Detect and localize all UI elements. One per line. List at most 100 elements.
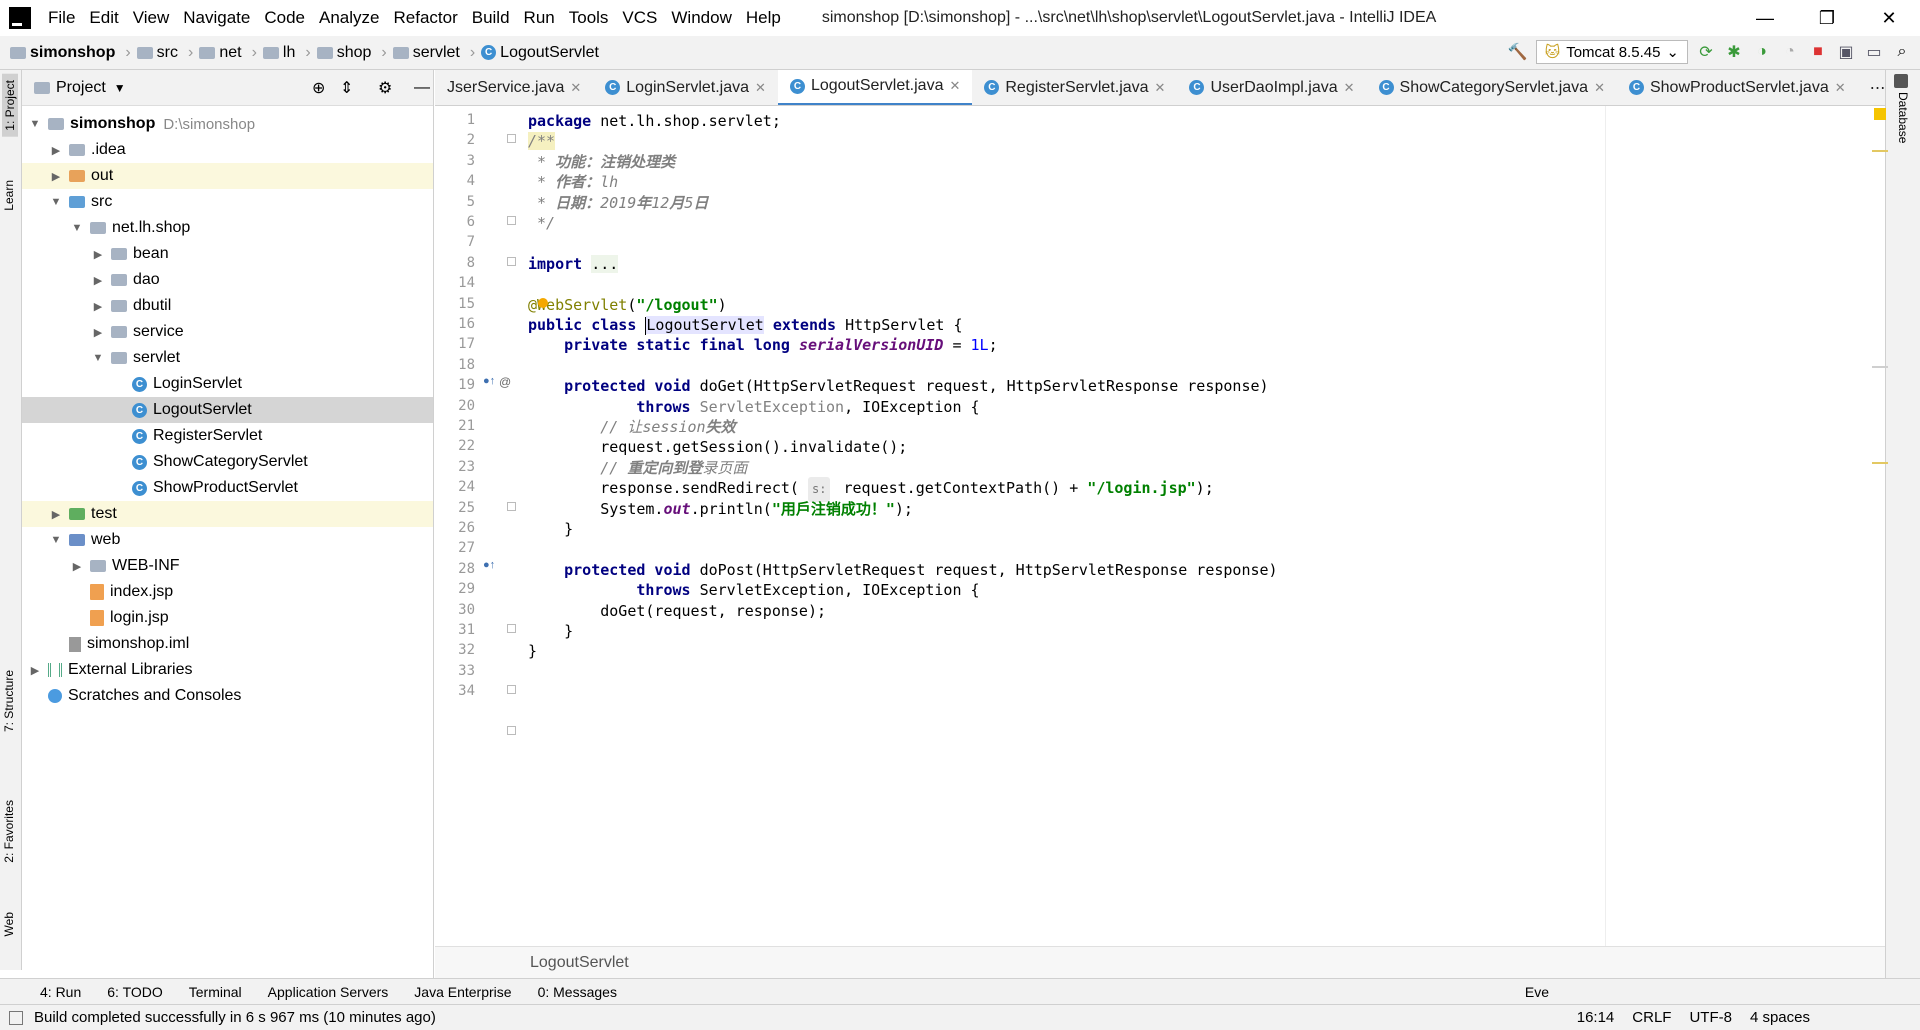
tree-item-src[interactable]: ▼ src: [22, 189, 433, 215]
run-config-select[interactable]: 🐱 Tomcat 8.5.45 ⌄: [1535, 40, 1688, 64]
tree-item-simonshop[interactable]: ▼ simonshop D:\simonshop: [22, 111, 433, 137]
tree-item-logoutservlet[interactable]: C LogoutServlet: [22, 397, 433, 423]
menu-item-vcs[interactable]: VCS: [615, 8, 664, 28]
tool-window-4-run[interactable]: 4: Run: [40, 984, 81, 1000]
tool-window-terminal[interactable]: Terminal: [189, 984, 242, 1000]
chevron-down-icon[interactable]: ▼: [114, 81, 126, 95]
tab-showproductservlet-java[interactable]: C ShowProductServlet.java ✕: [1617, 70, 1858, 105]
close-icon[interactable]: ✕: [1344, 80, 1355, 96]
profile-icon[interactable]: ◔: [1780, 42, 1800, 62]
close-button[interactable]: ✕: [1858, 0, 1920, 36]
coverage-icon[interactable]: ◑: [1752, 42, 1772, 62]
tree-item-simonshop-iml[interactable]: simonshop.iml: [22, 631, 433, 657]
chevron-down-icon[interactable]: ▼: [49, 196, 63, 208]
build-hammer-icon[interactable]: 🔨: [1508, 42, 1528, 62]
chevron-right-icon[interactable]: ▶: [70, 560, 84, 573]
breadcrumb-item[interactable]: LogoutServlet: [500, 44, 599, 62]
tab-learn[interactable]: Learn: [2, 180, 16, 211]
event-log-button[interactable]: Eve: [1525, 984, 1549, 1000]
tree-item-servlet[interactable]: ▼ servlet: [22, 345, 433, 371]
close-icon[interactable]: ✕: [1835, 80, 1846, 96]
breadcrumb-item[interactable]: servlet: [413, 44, 460, 62]
caret-position[interactable]: 16:14: [1577, 1009, 1615, 1026]
tab-loginservlet-java[interactable]: C LoginServlet.java ✕: [593, 70, 778, 105]
chevron-right-icon[interactable]: ▶: [49, 508, 63, 521]
menu-item-run[interactable]: Run: [517, 8, 562, 28]
tree-item-bean[interactable]: ▶ bean: [22, 241, 433, 267]
tab-overflow-icon[interactable]: ⋯: [1858, 70, 1885, 105]
menu-item-help[interactable]: Help: [739, 8, 788, 28]
breadcrumb-item[interactable]: src: [157, 44, 178, 62]
menu-item-tools[interactable]: Tools: [562, 8, 616, 28]
breadcrumb-item[interactable]: net: [219, 44, 241, 62]
tab-database[interactable]: Database: [1896, 92, 1910, 143]
intention-bulb-icon[interactable]: [538, 297, 548, 308]
file-encoding[interactable]: UTF-8: [1689, 1009, 1732, 1026]
minimize-button[interactable]: —: [1734, 0, 1796, 36]
fold-icon[interactable]: [507, 624, 516, 633]
tree-item-index-jsp[interactable]: index.jsp: [22, 579, 433, 605]
menu-item-file[interactable]: File: [41, 8, 82, 28]
fold-icon[interactable]: [507, 256, 516, 266]
tab-userdaoimpl-java[interactable]: C UserDaoImpl.java ✕: [1177, 70, 1366, 105]
scroll-marker[interactable]: [1872, 462, 1888, 464]
tree-item-net-lh-shop[interactable]: ▼ net.lh.shop: [22, 215, 433, 241]
tab-project[interactable]: 1: Project: [2, 74, 18, 137]
close-icon[interactable]: ✕: [1155, 80, 1166, 96]
close-icon[interactable]: ✕: [570, 80, 581, 96]
fold-icon[interactable]: [507, 685, 516, 695]
search-icon[interactable]: ⌕: [1892, 42, 1912, 62]
tree-item-test[interactable]: ▶ test: [22, 501, 433, 527]
locate-icon[interactable]: ⊕: [312, 78, 325, 98]
chevron-down-icon[interactable]: ▼: [70, 222, 84, 234]
chevron-down-icon[interactable]: ▼: [91, 352, 105, 364]
tree-item-out[interactable]: ▶ out: [22, 163, 433, 189]
chevron-right-icon[interactable]: ▶: [91, 326, 105, 339]
breadcrumb-item[interactable]: simonshop: [30, 44, 115, 62]
tree-item-dbutil[interactable]: ▶ dbutil: [22, 293, 433, 319]
close-icon[interactable]: ✕: [1594, 80, 1605, 96]
chevron-right-icon[interactable]: ▶: [91, 274, 105, 287]
tab-showcategoryservlet-java[interactable]: C ShowCategoryServlet.java ✕: [1367, 70, 1617, 105]
tool-window-0-messages[interactable]: 0: Messages: [538, 984, 617, 1000]
gear-icon[interactable]: ⚙: [378, 78, 392, 98]
status-toggle-icon[interactable]: [9, 1010, 23, 1025]
chevron-right-icon[interactable]: ▶: [91, 248, 105, 261]
fold-icon[interactable]: [507, 134, 516, 144]
stop-icon[interactable]: ■: [1808, 42, 1828, 62]
debug-icon[interactable]: ✱: [1724, 42, 1744, 62]
menu-item-code[interactable]: Code: [257, 8, 312, 28]
tab-web[interactable]: Web: [2, 912, 16, 936]
tool-window-java-enterprise[interactable]: Java Enterprise: [414, 984, 511, 1000]
menu-item-view[interactable]: View: [126, 8, 177, 28]
tree-item-external-libraries[interactable]: ▶ External Libraries: [22, 657, 433, 683]
fold-icon[interactable]: [507, 726, 516, 735]
project-panel-title[interactable]: Project: [56, 79, 106, 97]
menu-item-build[interactable]: Build: [465, 8, 517, 28]
tree-item-registerservlet[interactable]: C RegisterServlet: [22, 423, 433, 449]
scroll-marker[interactable]: [1872, 366, 1888, 368]
tab-jserservice-java[interactable]: JserService.java ✕: [435, 70, 593, 105]
close-icon[interactable]: ✕: [949, 78, 960, 94]
fold-icon[interactable]: [507, 501, 516, 511]
tab-favorites[interactable]: 2: Favorites: [2, 800, 16, 863]
indent-setting[interactable]: 4 spaces: [1750, 1009, 1810, 1026]
chevron-right-icon[interactable]: ▶: [91, 300, 105, 313]
tree-item-web-inf[interactable]: ▶ WEB-INF: [22, 553, 433, 579]
menu-item-analyze[interactable]: Analyze: [312, 8, 386, 28]
tab-registerservlet-java[interactable]: C RegisterServlet.java ✕: [972, 70, 1177, 105]
maximize-button[interactable]: ❐: [1796, 0, 1858, 36]
tree-item-dao[interactable]: ▶ dao: [22, 267, 433, 293]
tool-window-application-servers[interactable]: Application Servers: [268, 984, 389, 1000]
menu-item-edit[interactable]: Edit: [82, 8, 125, 28]
override-marker-icon[interactable]: ●↑: [483, 375, 495, 387]
editor-breadcrumb-class[interactable]: LogoutServlet: [530, 954, 629, 972]
tree-item-web[interactable]: ▼ web: [22, 527, 433, 553]
tree-item-service[interactable]: ▶ service: [22, 319, 433, 345]
tree-item-showproductservlet[interactable]: C ShowProductServlet: [22, 475, 433, 501]
hide-panel-icon[interactable]: —: [414, 79, 430, 97]
rerun-icon[interactable]: ⟳: [1696, 42, 1716, 62]
project-structure-icon[interactable]: ▣: [1836, 42, 1856, 62]
breadcrumb-item[interactable]: lh: [283, 44, 295, 62]
breadcrumb-item[interactable]: shop: [337, 44, 372, 62]
